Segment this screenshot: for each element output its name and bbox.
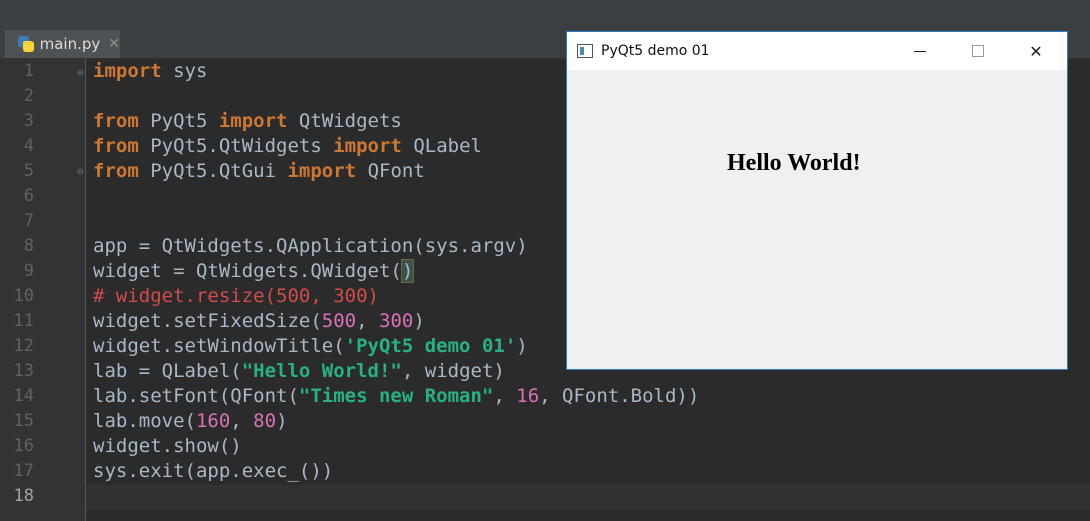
line-number: 13	[13, 361, 34, 381]
line-number: 9	[23, 261, 34, 281]
code-line: widget = QtWidgets.QWidget()	[93, 259, 415, 283]
code-line: import sys	[93, 60, 208, 82]
line-number: 12	[13, 336, 34, 356]
line-number: 10	[13, 286, 34, 306]
minimize-button[interactable]	[897, 32, 943, 70]
line-number: 16	[13, 436, 34, 456]
python-file-icon	[17, 35, 35, 53]
fold-end-icon[interactable]: ⊖	[77, 165, 84, 178]
code-line: widget.show()	[93, 435, 242, 457]
line-number-gutter: 1 2 3 4 5 6 7 8 9 10 11 12 13 14 15 16 1…	[0, 59, 86, 521]
line-number: 3	[23, 111, 34, 131]
hello-world-label: Hello World!	[727, 150, 861, 176]
line-number: 5	[23, 161, 34, 181]
line-number: 8	[23, 236, 34, 256]
code-line: from PyQt5.QtGui import QFont	[93, 160, 425, 182]
close-button[interactable]: ✕	[1013, 32, 1059, 70]
window-titlebar[interactable]: PyQt5 demo 01 ✕	[567, 32, 1067, 70]
current-line-highlight	[0, 485, 1090, 510]
line-number: 11	[13, 311, 34, 331]
code-line: app = QtWidgets.QApplication(sys.argv)	[93, 235, 528, 257]
code-line: # widget.resize(500, 300)	[93, 285, 379, 307]
code-line: sys.exit(app.exec_())	[93, 460, 334, 482]
code-line: widget.setWindowTitle('PyQt5 demo 01')	[93, 335, 528, 357]
ide-toolbar	[0, 0, 1090, 29]
code-line: from PyQt5 import QtWidgets	[93, 110, 402, 132]
line-number: 6	[23, 186, 34, 206]
line-number: 14	[13, 386, 34, 406]
code-line: from PyQt5.QtWidgets import QLabel	[93, 135, 482, 157]
line-number: 15	[13, 411, 34, 431]
line-number: 7	[23, 211, 34, 231]
maximize-icon	[972, 45, 984, 57]
line-number-current: 18	[13, 486, 34, 506]
tab-main-py[interactable]: main.py ✕	[5, 30, 120, 58]
pyqt-demo-window[interactable]: PyQt5 demo 01 ✕ Hello World!	[566, 31, 1068, 370]
line-number: 4	[23, 136, 34, 156]
line-number: 17	[13, 461, 34, 481]
code-line: lab.setFont(QFont("Times new Roman", 16,…	[93, 385, 700, 407]
code-line: widget.setFixedSize(500, 300)	[93, 310, 425, 332]
code-line: lab = QLabel("Hello World!", widget)	[93, 360, 505, 382]
window-title: PyQt5 demo 01	[601, 43, 710, 59]
line-number: 1	[23, 61, 34, 81]
qt-window-icon	[577, 44, 593, 58]
code-line: lab.move(160, 80)	[93, 410, 288, 432]
close-icon: ✕	[1029, 41, 1043, 61]
maximize-button[interactable]	[955, 32, 1001, 70]
tab-close-icon[interactable]: ✕	[108, 36, 120, 52]
tab-filename: main.py	[39, 35, 101, 53]
line-number: 2	[23, 86, 34, 106]
fold-start-icon[interactable]: ⊖	[77, 66, 84, 79]
minimize-icon	[914, 50, 926, 52]
